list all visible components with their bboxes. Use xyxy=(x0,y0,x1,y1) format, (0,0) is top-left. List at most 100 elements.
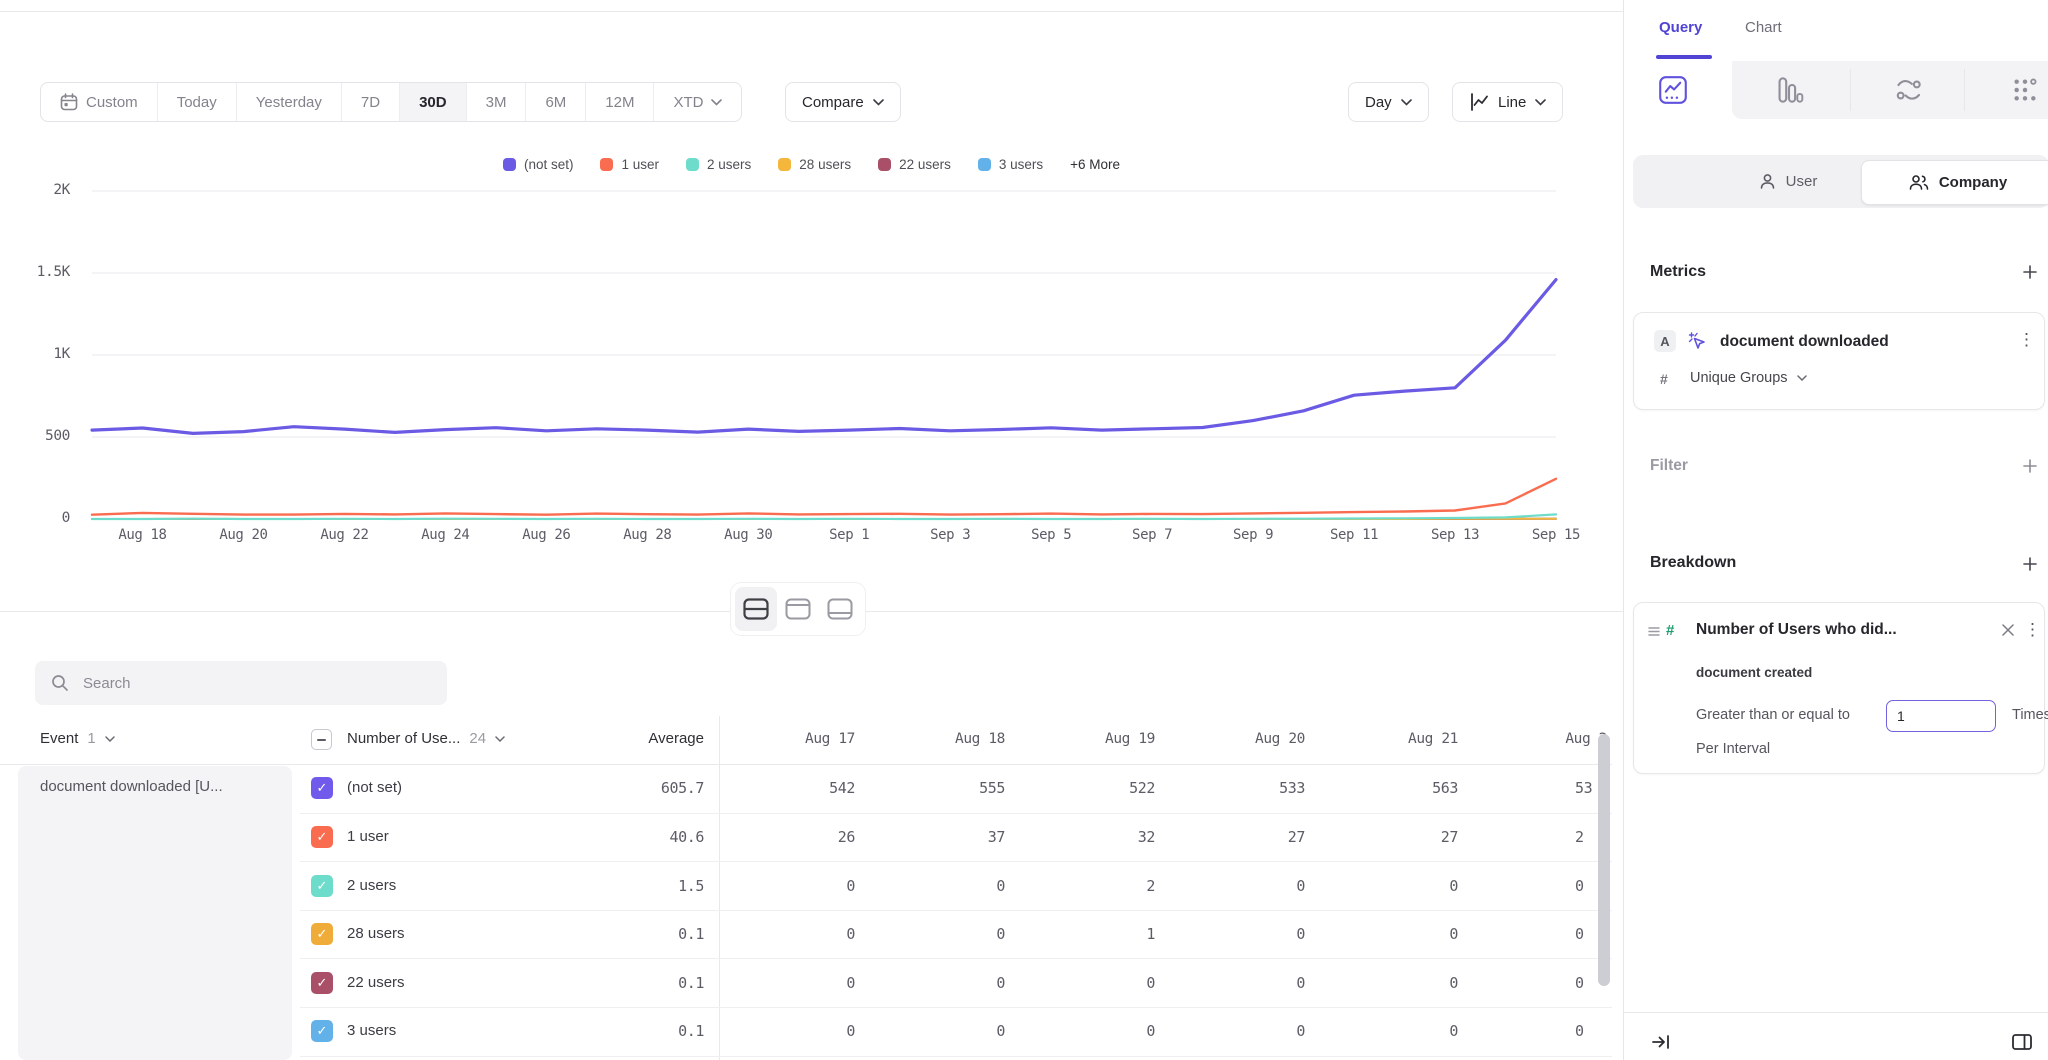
legend-more[interactable]: +6 More xyxy=(1070,157,1120,172)
view-chart-only-button[interactable] xyxy=(777,587,819,631)
times-value-input[interactable] xyxy=(1886,700,1996,732)
metric-kebab-menu[interactable]: ⋮ xyxy=(2018,331,2035,348)
range-30d[interactable]: 30D xyxy=(400,83,467,121)
filter-title: Filter xyxy=(1650,457,1688,475)
x-tick-label: Sep 13 xyxy=(1410,527,1500,543)
row-checkbox[interactable]: ✓ xyxy=(311,826,333,848)
event-header-label: Event xyxy=(40,730,78,747)
collapse-panel-icon[interactable] xyxy=(1651,1033,1671,1051)
toggle-company[interactable]: Company xyxy=(1861,160,2048,205)
row-label: 3 users xyxy=(347,1022,396,1039)
close-icon[interactable] xyxy=(2002,624,2014,636)
range-7d[interactable]: 7D xyxy=(342,83,400,121)
range-today[interactable]: Today xyxy=(158,83,237,121)
x-tick-label: Aug 24 xyxy=(400,527,490,543)
select-all-checkbox[interactable] xyxy=(311,729,332,750)
chevron-down-icon xyxy=(1797,375,1807,381)
strip-separator xyxy=(1964,69,1965,111)
cell-value: 0 xyxy=(1195,877,1305,895)
breakdown-card[interactable]: # Number of Users who did... ⋮ document … xyxy=(1633,602,2045,774)
add-metric-button[interactable] xyxy=(2022,264,2038,280)
cell-value: 0 xyxy=(1348,1022,1458,1040)
cell-value-clipped: 0 xyxy=(1575,974,1584,992)
cell-value: 0 xyxy=(895,925,1005,943)
row-checkbox[interactable]: ✓ xyxy=(311,972,333,994)
event-cell[interactable]: document downloaded [U... xyxy=(18,766,292,1060)
view-split-button[interactable] xyxy=(735,587,777,631)
strip-separator xyxy=(1850,69,1851,111)
search-input[interactable] xyxy=(81,674,415,693)
line-chart[interactable] xyxy=(0,180,1623,540)
cell-value: 26 xyxy=(745,828,855,846)
x-tick-label: Sep 3 xyxy=(905,527,995,543)
active-tab-underline xyxy=(1656,55,1712,59)
add-filter-button[interactable] xyxy=(2022,458,2038,474)
user-icon xyxy=(1759,173,1776,190)
table-scrollbar[interactable] xyxy=(1598,734,1610,986)
compare-label: Compare xyxy=(802,94,864,111)
chevron-down-icon xyxy=(711,99,722,106)
chevron-down-icon xyxy=(1401,99,1412,106)
metric-card[interactable]: A document downloaded ⋮ # Unique Groups xyxy=(1633,312,2045,410)
search-box xyxy=(35,661,447,705)
cell-value: 27 xyxy=(1195,828,1305,846)
row-checkbox[interactable]: ✓ xyxy=(311,875,333,897)
add-breakdown-button[interactable] xyxy=(2022,556,2038,572)
row-checkbox[interactable]: ✓ xyxy=(311,777,333,799)
toggle-user[interactable]: User xyxy=(1708,155,1868,208)
legend-item[interactable]: 28 users xyxy=(778,157,851,172)
row-checkbox[interactable]: ✓ xyxy=(311,1020,333,1042)
legend-item[interactable]: 22 users xyxy=(878,157,951,172)
x-tick-label: Aug 22 xyxy=(299,527,389,543)
drag-handle-icon[interactable] xyxy=(1648,625,1660,637)
breakdown-title: Breakdown xyxy=(1650,554,1736,572)
view-table-only-button[interactable] xyxy=(819,587,861,631)
x-tick-label: Aug 26 xyxy=(501,527,591,543)
cell-value: 0 xyxy=(1195,974,1305,992)
cell-value-clipped: 0 xyxy=(1575,877,1584,895)
side-panel-toggle-icon[interactable] xyxy=(2010,1030,2034,1054)
chart-type-bar-button[interactable] xyxy=(1774,75,1804,110)
toggle-company-label: Company xyxy=(1939,174,2007,191)
event-column-header[interactable]: Event 1 xyxy=(40,730,115,747)
legend-item[interactable]: (not set) xyxy=(503,157,574,172)
legend-item[interactable]: 3 users xyxy=(978,157,1043,172)
legend-item[interactable]: 1 user xyxy=(600,157,659,172)
range-xtd[interactable]: XTD xyxy=(654,83,741,121)
cell-value: 37 xyxy=(895,828,1005,846)
chart-type-dropdown[interactable]: Line xyxy=(1452,82,1563,122)
table-bottom-view-icon xyxy=(827,598,853,620)
chart-legend: (not set) 1 user 2 users 28 users 22 users 3 … xyxy=(0,157,1623,172)
range-yesterday[interactable]: Yesterday xyxy=(237,83,342,121)
range-6m[interactable]: 6M xyxy=(526,83,586,121)
date-column-header: Aug 20 xyxy=(1195,731,1305,747)
cell-value: 0 xyxy=(895,1022,1005,1040)
compare-button[interactable]: Compare xyxy=(785,82,901,122)
range-3m[interactable]: 3M xyxy=(467,83,527,121)
cell-value: 0 xyxy=(1348,877,1458,895)
interval-dropdown[interactable]: Day xyxy=(1348,82,1429,122)
legend-item[interactable]: 2 users xyxy=(686,157,751,172)
tab-query[interactable]: Query xyxy=(1659,19,1702,36)
cell-value: 0 xyxy=(745,1022,855,1040)
chart-type-flow-button[interactable] xyxy=(1894,75,1924,110)
chart-type-grid-button[interactable] xyxy=(2010,75,2040,110)
breakdown-column-header[interactable]: Number of Use... 24 xyxy=(347,730,505,747)
chart-type-label: Line xyxy=(1498,94,1526,111)
cell-value-clipped: 2 xyxy=(1575,828,1584,846)
average-value: 605.7 xyxy=(584,779,704,797)
table-vertical-divider xyxy=(719,716,720,1060)
cell-value: 533 xyxy=(1195,779,1305,797)
breakdown-kebab-menu[interactable]: ⋮ xyxy=(2024,621,2041,638)
row-checkbox[interactable]: ✓ xyxy=(311,923,333,945)
range-12m[interactable]: 12M xyxy=(586,83,654,121)
tab-chart[interactable]: Chart xyxy=(1745,19,1782,36)
event-row-label: document downloaded [U... xyxy=(40,778,280,795)
range-custom[interactable]: Custom xyxy=(41,83,158,121)
average-value: 1.5 xyxy=(584,877,704,895)
cell-value: 0 xyxy=(745,925,855,943)
aggregation-dropdown[interactable]: Unique Groups xyxy=(1690,370,1807,386)
chart-type-line-button[interactable] xyxy=(1658,75,1688,110)
chevron-down-icon xyxy=(873,99,884,106)
panel-footer-divider xyxy=(1624,1012,2048,1013)
